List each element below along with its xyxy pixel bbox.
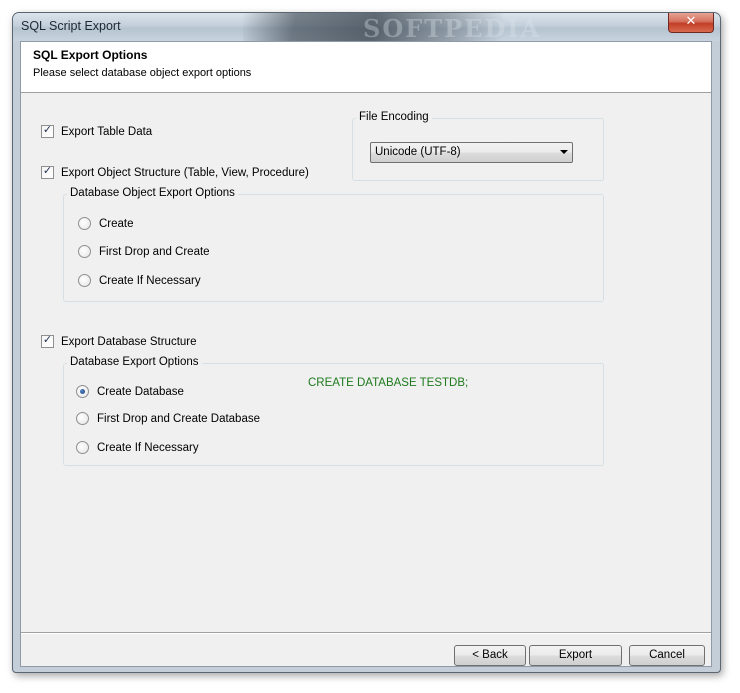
sql-preview-text: CREATE DATABASE TESTDB;	[308, 377, 469, 389]
radio-label: Create If Necessary	[97, 441, 199, 454]
file-encoding-caption: File Encoding	[356, 111, 432, 123]
radio-object-drop-create[interactable]: First Drop and Create	[78, 245, 210, 258]
radio-button[interactable]	[76, 412, 89, 425]
watermark: SOFTPEDIA	[363, 14, 542, 43]
radio-create-database[interactable]: Create Database	[76, 385, 184, 398]
checkbox-label: Export Database Structure	[61, 335, 197, 348]
checkbox-box[interactable]: ✓	[41, 333, 54, 348]
window-title: SQL Script Export	[21, 19, 121, 33]
back-button[interactable]: < Back	[454, 645, 526, 666]
radio-database-create-if-necessary[interactable]: Create If Necessary	[76, 441, 199, 454]
dialog-window: SOFTPEDIA SQL Script Export ✕ SQL Export…	[12, 12, 721, 673]
checkmark-icon: ✓	[42, 123, 53, 136]
footer-divider	[21, 632, 711, 634]
radio-button[interactable]	[76, 441, 89, 454]
radio-button[interactable]	[78, 274, 91, 287]
file-encoding-select[interactable]: Unicode (UTF-8)	[370, 142, 573, 163]
header-band: SQL Export Options Please select databas…	[21, 42, 711, 93]
object-export-options-caption: Database Object Export Options	[67, 187, 238, 199]
checkbox-label: Export Object Structure (Table, View, Pr…	[61, 166, 309, 179]
radio-label: Create	[99, 217, 134, 230]
export-table-data-checkbox[interactable]: ✓ Export Table Data	[41, 123, 153, 138]
radio-label: First Drop and Create	[99, 245, 210, 258]
radio-drop-create-database[interactable]: First Drop and Create Database	[76, 412, 260, 425]
radio-label: Create If Necessary	[99, 274, 201, 287]
radio-label: Create Database	[97, 385, 184, 398]
radio-button[interactable]	[76, 385, 89, 398]
close-button[interactable]: ✕	[668, 13, 714, 33]
export-button[interactable]: Export	[529, 645, 622, 666]
checkbox-label: Export Table Data	[61, 125, 153, 138]
export-object-structure-checkbox[interactable]: ✓ Export Object Structure (Table, View, …	[41, 164, 309, 179]
radio-button[interactable]	[78, 217, 91, 230]
database-export-options-caption: Database Export Options	[67, 356, 202, 368]
cancel-button[interactable]: Cancel	[629, 645, 705, 666]
page-subtitle: Please select database object export opt…	[33, 67, 252, 79]
radio-selected-dot	[80, 389, 85, 394]
radio-label: First Drop and Create Database	[97, 412, 260, 425]
file-encoding-value: Unicode (UTF-8)	[375, 146, 461, 158]
radio-button[interactable]	[78, 245, 91, 258]
dialog-client-area: SQL Export Options Please select databas…	[20, 41, 712, 667]
page-title: SQL Export Options	[33, 48, 148, 62]
title-bar[interactable]: SOFTPEDIA SQL Script Export ✕	[13, 13, 720, 43]
checkmark-icon: ✓	[42, 333, 53, 346]
export-database-structure-checkbox[interactable]: ✓ Export Database Structure	[41, 333, 197, 348]
chevron-down-icon[interactable]	[560, 150, 568, 154]
close-icon: ✕	[685, 14, 697, 29]
checkmark-icon: ✓	[42, 164, 53, 177]
radio-object-create-if-necessary[interactable]: Create If Necessary	[78, 274, 201, 287]
checkbox-box[interactable]: ✓	[41, 164, 54, 179]
checkbox-box[interactable]: ✓	[41, 123, 54, 138]
radio-object-create[interactable]: Create	[78, 217, 134, 230]
